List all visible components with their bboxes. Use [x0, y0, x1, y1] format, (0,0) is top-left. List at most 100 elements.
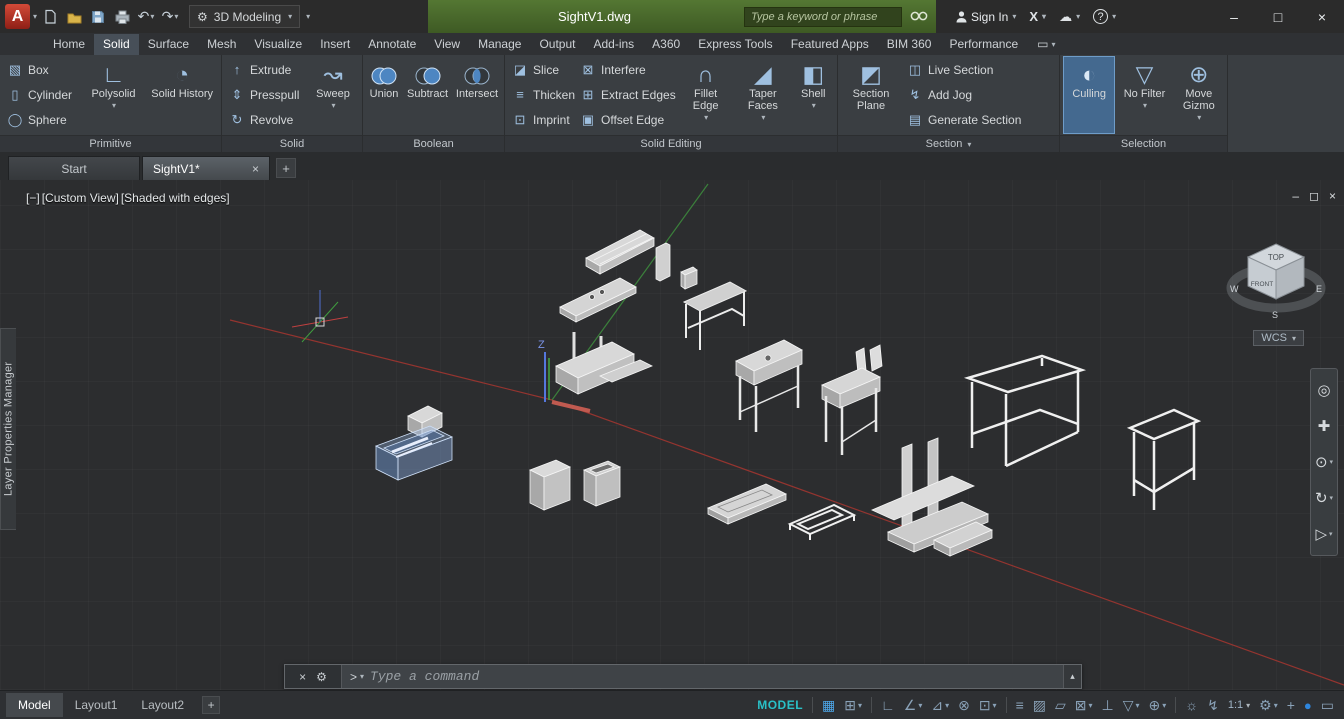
showmotion-button[interactable]: ▷▾	[1311, 516, 1337, 552]
sign-in-button[interactable]: Sign In ▾	[950, 5, 1021, 29]
shell-arrow-icon[interactable]: ▾	[812, 100, 816, 112]
fillet-edge-button[interactable]: ∩ Fillet Edge ▾	[678, 57, 733, 133]
panel-title-section[interactable]: Section▾	[838, 135, 1059, 152]
save-button[interactable]	[87, 5, 109, 29]
pan-button[interactable]: ✚	[1311, 408, 1337, 444]
extrude-button[interactable]: ↑Extrude	[225, 58, 307, 82]
object-bracket[interactable]	[681, 267, 697, 289]
maximize-button[interactable]: □	[1256, 0, 1300, 33]
viewcube-west-label[interactable]: W	[1230, 284, 1239, 294]
polysolid-button[interactable]: ∟ Polysolid ▾	[83, 57, 145, 133]
tab-solid[interactable]: Solid	[94, 34, 139, 55]
orbit-button[interactable]: ↻▾	[1311, 480, 1337, 516]
command-customize-icon[interactable]: ⚙	[316, 670, 327, 684]
object-selected-tray[interactable]	[376, 426, 452, 480]
infocenter-search[interactable]	[744, 7, 902, 27]
generate-section-button[interactable]: ▤Generate Section	[903, 108, 1033, 132]
panel-title-primitive[interactable]: Primitive	[0, 135, 221, 152]
file-tab-drawing[interactable]: SightV1* ×	[142, 156, 270, 180]
viewport-menu-control[interactable]: [−]	[26, 191, 40, 205]
tab-bim360[interactable]: BIM 360	[878, 34, 941, 55]
autoscale-toggle[interactable]: ↯	[1207, 697, 1219, 714]
sphere-button[interactable]: ◯Sphere	[3, 108, 81, 132]
command-line-grip[interactable]: × ⚙	[285, 665, 341, 688]
ortho-toggle[interactable]: ∟	[881, 697, 895, 713]
search-input[interactable]	[751, 11, 895, 23]
new-file-button[interactable]	[39, 5, 61, 29]
tab-surface[interactable]: Surface	[139, 34, 198, 55]
offset-edge-button[interactable]: ▣Offset Edge	[576, 108, 676, 132]
clean-screen-button[interactable]: ▭	[1321, 697, 1334, 714]
object-flat-plate[interactable]	[708, 484, 786, 524]
extract-edges-button[interactable]: ⊞Extract Edges	[576, 83, 676, 107]
layout-tab-model[interactable]: Model	[6, 693, 63, 717]
3d-object-snap-toggle[interactable]: ⊠▾	[1075, 697, 1093, 714]
culling-button[interactable]: ◐ Culling	[1064, 57, 1114, 133]
no-filter-arrow-icon[interactable]: ▾	[1143, 100, 1147, 112]
isodraft-toggle[interactable]: ⊿▾	[931, 697, 949, 714]
object-snap-tracking-toggle[interactable]: ⊗	[958, 697, 970, 714]
redo-menu-arrow-icon[interactable]: ▾	[174, 12, 178, 21]
no-filter-button[interactable]: ▽ No Filter ▾	[1118, 57, 1170, 133]
viewcube-south-label[interactable]: S	[1272, 310, 1278, 320]
visual-style-control[interactable]: [Shaded with edges]	[121, 191, 230, 205]
thicken-button[interactable]: ≡Thicken	[508, 83, 574, 107]
panel-title-selection[interactable]: Selection	[1060, 135, 1227, 152]
redo-button[interactable]: ↷▾	[159, 5, 181, 29]
workspace-selector[interactable]: ⚙ 3D Modeling ▾	[189, 5, 300, 28]
object-table-2[interactable]	[736, 340, 802, 432]
panel-title-solid-editing[interactable]: Solid Editing	[505, 135, 837, 152]
tab-insert[interactable]: Insert	[311, 34, 359, 55]
filter-arrow-icon[interactable]: ▾	[1135, 701, 1139, 710]
full-navigation-wheel-button[interactable]: ◎	[1311, 372, 1337, 408]
connect-button[interactable]: ☁ ▾	[1054, 5, 1085, 29]
new-tab-button[interactable]: +	[276, 158, 296, 178]
object-open-frame[interactable]	[790, 505, 854, 540]
slice-button[interactable]: ◪Slice	[508, 58, 574, 82]
command-history-button[interactable]: ▴	[1063, 665, 1081, 688]
viewcube[interactable]: TOP FRONT W S E	[1226, 232, 1326, 332]
add-jog-button[interactable]: ↯Add Jog	[903, 83, 1033, 107]
tab-view[interactable]: View	[425, 34, 469, 55]
command-close-icon[interactable]: ×	[299, 670, 306, 684]
snap-toggle[interactable]: ⊞▾	[844, 697, 862, 714]
annotation-scale-button[interactable]: 1:1▾	[1228, 699, 1250, 711]
object-pin[interactable]	[656, 243, 670, 281]
tab-addins[interactable]: Add-ins	[584, 34, 643, 55]
exchange-apps-button[interactable]: X ▾	[1024, 5, 1051, 29]
app-menu-button[interactable]: A	[5, 4, 30, 29]
viewcube-east-label[interactable]: E	[1316, 284, 1322, 294]
object-cube-2[interactable]	[584, 461, 620, 506]
object-cube-1[interactable]	[530, 460, 570, 510]
selection-filter-toggle[interactable]: ▽▾	[1123, 697, 1140, 714]
qat-customize-arrow-icon[interactable]: ▾	[306, 12, 310, 21]
command-input-area[interactable]: >▾	[341, 665, 1063, 688]
annotation-monitor-toggle[interactable]: +	[1287, 697, 1295, 713]
doc-close-icon[interactable]: ×	[1329, 189, 1336, 203]
graphics-performance-button[interactable]: ●	[1304, 698, 1312, 713]
doc-restore-icon[interactable]: ◻	[1309, 189, 1319, 203]
subtract-button[interactable]: Subtract	[404, 57, 451, 133]
shell-button[interactable]: ◧ Shell ▾	[793, 57, 834, 133]
search-binoculars-icon[interactable]	[910, 8, 928, 25]
object-rail[interactable]	[586, 230, 654, 274]
sweep-arrow-icon[interactable]: ▾	[331, 100, 335, 112]
tab-featured-apps[interactable]: Featured Apps	[782, 34, 878, 55]
viewport-canvas[interactable]: Z	[0, 180, 1344, 690]
layer-properties-palette-tab[interactable]: Layer Properties Manager	[0, 328, 16, 530]
tab-manage[interactable]: Manage	[469, 34, 530, 55]
undo-button[interactable]: ↶▾	[135, 5, 157, 29]
annotation-visibility-toggle[interactable]: ☼	[1185, 697, 1198, 713]
doc-minimize-icon[interactable]: –	[1292, 189, 1299, 203]
command-line[interactable]: × ⚙ >▾ ▴	[284, 664, 1082, 689]
solid-history-button[interactable]: ◔ Solid History	[146, 57, 218, 133]
3d-osnap-arrow-icon[interactable]: ▾	[1088, 701, 1092, 710]
lineweight-toggle[interactable]: ≡	[1016, 697, 1024, 713]
object-snap-toggle[interactable]: ⊡▾	[979, 697, 997, 714]
command-input[interactable]	[370, 669, 1055, 684]
taper-faces-arrow-icon[interactable]: ▾	[761, 112, 765, 124]
dynamic-ucs-toggle[interactable]: ⊥	[1102, 697, 1114, 714]
help-button[interactable]: ? ▾	[1088, 5, 1121, 29]
gizmo-toggle[interactable]: ⊕▾	[1149, 697, 1167, 714]
union-button[interactable]: Union	[366, 57, 402, 133]
